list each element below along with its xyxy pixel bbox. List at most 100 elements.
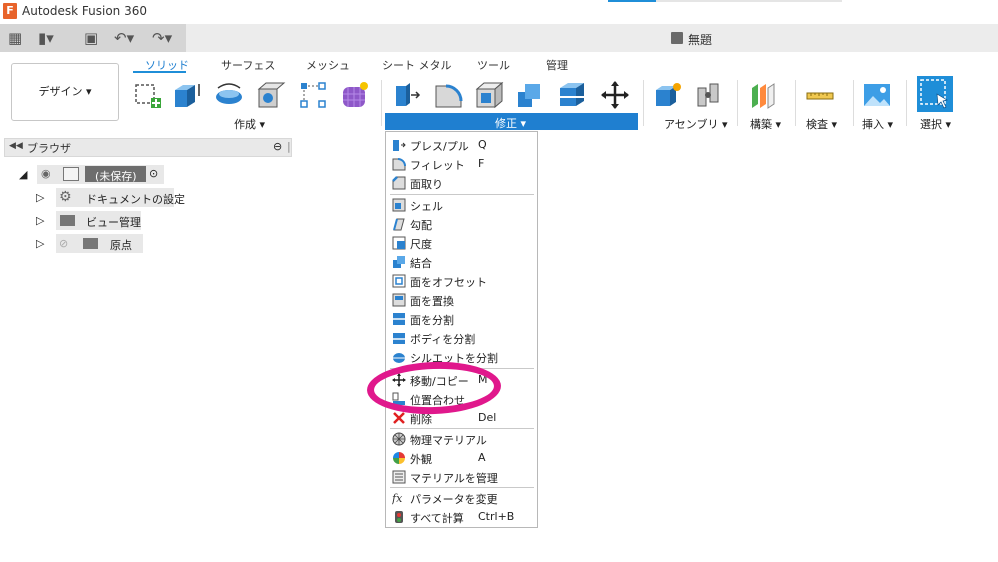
save-icon[interactable]: ▣ — [84, 29, 98, 47]
menu-item-fillet[interactable]: フィレット F — [386, 154, 537, 173]
scale-icon — [392, 236, 406, 250]
menu-item-compute-all[interactable]: すべて計算 Ctrl+B — [386, 507, 537, 526]
chamfer-icon — [392, 176, 406, 190]
activate-radio-icon[interactable]: ⊙ — [149, 167, 158, 180]
pattern-icon[interactable] — [298, 80, 328, 110]
visibility-eye-icon[interactable]: ◉ — [41, 167, 51, 180]
insert-image-icon[interactable] — [862, 80, 892, 110]
menu-item-press-pull[interactable]: プレス/プル Q — [386, 135, 537, 154]
ribbon-separator — [795, 80, 796, 126]
insert-group-label[interactable]: 挿入 ▾ — [862, 116, 893, 132]
tab-mesh[interactable]: メッシュ — [306, 57, 350, 73]
replace-face-icon — [392, 293, 406, 307]
press-pull-icon — [393, 140, 406, 151]
tree-expand-root-icon[interactable]: ◢ — [19, 168, 27, 181]
grid-menu-icon[interactable]: ▦ — [8, 29, 22, 47]
new-component-icon[interactable] — [653, 80, 683, 110]
menu-item-scale[interactable]: 尺度 — [386, 233, 537, 252]
assemble-group-label[interactable]: アセンブリ ▾ — [664, 116, 727, 132]
shell-icon — [392, 198, 406, 212]
press-pull-ribbon-icon[interactable] — [392, 80, 422, 110]
offset-plane-icon[interactable] — [748, 80, 778, 110]
select-group-label[interactable]: 選択 ▾ — [920, 116, 951, 132]
menu-item-manage-materials[interactable]: マテリアルを管理 — [386, 467, 537, 486]
menu-item-change-parameters[interactable]: fx パラメータを変更 — [386, 488, 537, 507]
select-icon[interactable] — [917, 76, 953, 112]
browser-title: ブラウザ — [27, 142, 71, 155]
appearance-icon — [393, 452, 405, 464]
compute-all-icon — [395, 511, 403, 523]
menu-item-split-body[interactable]: ボディを分割 — [386, 328, 537, 347]
move-ribbon-icon[interactable] — [600, 80, 630, 110]
active-tab-indicator — [133, 71, 186, 73]
joint-icon[interactable] — [693, 80, 723, 110]
menu-item-shell[interactable]: シェル — [386, 195, 537, 214]
tab-tools[interactable]: ツール — [477, 57, 510, 73]
tree-expand-icon[interactable]: ▷ — [36, 214, 44, 227]
ribbon-separator — [737, 80, 738, 126]
title-bar: F Autodesk Fusion 360 — [0, 0, 998, 24]
menu-item-combine[interactable]: 結合 — [386, 252, 537, 271]
workspace-switcher-button[interactable]: デザイン ▾ — [11, 63, 119, 121]
modify-group-label[interactable]: 修正 ▾ — [495, 115, 526, 131]
undo-icon[interactable]: ↶▾ — [114, 29, 134, 47]
offset-face-icon — [392, 274, 406, 288]
silhouette-split-icon — [393, 353, 405, 363]
document-tab[interactable] — [186, 24, 998, 52]
app-title: Autodesk Fusion 360 — [22, 4, 147, 18]
manage-materials-icon — [392, 470, 406, 484]
tree-item-label: ドキュメントの設定 — [86, 193, 185, 206]
create-group-label[interactable]: 作成 ▾ — [234, 116, 265, 132]
menu-item-replace-face[interactable]: 面を置換 — [386, 290, 537, 309]
tab-surface[interactable]: サーフェス — [221, 57, 275, 73]
fillet-icon — [392, 158, 406, 171]
folder-icon — [60, 215, 75, 226]
combine-ribbon-icon[interactable] — [515, 80, 545, 110]
create-form-icon[interactable] — [340, 80, 370, 110]
split-face-icon — [393, 313, 405, 325]
delete-icon — [393, 412, 405, 424]
svg-text:fx: fx — [392, 492, 403, 505]
menu-item-offset-face[interactable]: 面をオフセット — [386, 271, 537, 290]
fusion-logo-icon: F — [3, 3, 17, 19]
menu-item-chamfer[interactable]: 面取り — [386, 173, 537, 192]
ribbon-separator — [381, 80, 382, 126]
fillet-ribbon-icon[interactable] — [433, 80, 463, 110]
shell-ribbon-icon[interactable] — [474, 80, 504, 110]
menu-item-appearance[interactable]: 外観 A — [386, 448, 537, 467]
tree-expand-icon[interactable]: ▷ — [36, 191, 44, 204]
create-sketch-icon[interactable] — [133, 80, 163, 110]
tree-root-label: (未保存) — [95, 170, 137, 183]
modify-dropdown-menu: プレス/プル Q フィレット F 面取り シェル 勾配 尺度 結合 面をオフセッ… — [385, 131, 538, 528]
hidden-eye-icon[interactable]: ⊘ — [59, 237, 68, 250]
browser-minus-icon[interactable]: ⊖ — [273, 140, 282, 153]
menu-item-physical-material[interactable]: 物理マテリアル — [386, 429, 537, 448]
menu-item-split-face[interactable]: 面を分割 — [386, 309, 537, 328]
menu-item-draft[interactable]: 勾配 — [386, 214, 537, 233]
quick-access-toolbar: ▦ ▮▾ ▣ ↶▾ ↷▾ — [0, 24, 998, 52]
construct-group-label[interactable]: 構築 ▾ — [750, 116, 781, 132]
revolve-icon[interactable] — [214, 80, 244, 110]
document-icon — [63, 167, 79, 181]
gear-icon: ⚙ — [59, 189, 72, 205]
document-title: 無題 — [688, 33, 713, 47]
ribbon-separator — [853, 80, 854, 126]
tree-expand-icon[interactable]: ▷ — [36, 237, 44, 250]
tab-sheet-metal[interactable]: シート メタル — [382, 57, 452, 73]
inspect-group-label[interactable]: 検査 ▾ — [806, 116, 837, 132]
collapse-browser-icon[interactable]: ◀◀ — [9, 141, 23, 151]
split-body-ribbon-icon[interactable] — [557, 80, 587, 110]
window-accent-strip — [608, 0, 656, 2]
folder-icon — [83, 238, 98, 249]
window-strip — [656, 0, 842, 2]
redo-icon[interactable]: ↷▾ — [152, 29, 172, 47]
file-menu-icon[interactable]: ▮▾ — [38, 29, 54, 47]
hole-icon[interactable] — [256, 80, 286, 110]
draft-icon — [393, 218, 405, 231]
extrude-icon[interactable] — [172, 80, 202, 110]
measure-icon[interactable] — [805, 80, 835, 110]
tree-item-label: 原点 — [110, 239, 132, 252]
tab-manage[interactable]: 管理 — [546, 57, 568, 73]
browser-resize-handle[interactable]: | — [287, 140, 291, 153]
physical-material-icon — [392, 432, 406, 446]
